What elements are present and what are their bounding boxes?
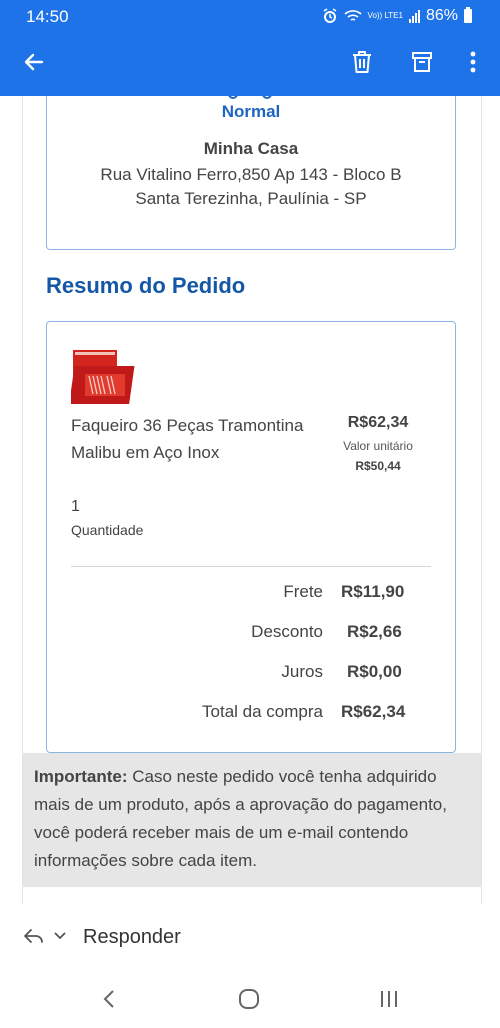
order-summary-card: Faqueiro 36 Peças Tramontina Malibu em A… bbox=[46, 321, 456, 753]
signal-icon bbox=[408, 9, 420, 23]
notice-bold-label: Importante: bbox=[34, 767, 128, 786]
nav-home-icon bbox=[239, 989, 259, 1009]
reply-button[interactable]: Responder bbox=[83, 926, 181, 949]
summary-label: Desconto bbox=[251, 622, 323, 641]
archive-button[interactable] bbox=[404, 44, 440, 80]
summary-row-total: Total da compra R$62,34 bbox=[47, 702, 455, 726]
product-name[interactable]: Faqueiro 36 Peças Tramontina Malibu em A… bbox=[71, 412, 311, 466]
back-button[interactable] bbox=[16, 44, 52, 80]
shipping-address-card: Normal Minha Casa Rua Vitalino Ferro,850… bbox=[46, 96, 456, 250]
product-price: R$62,34 bbox=[347, 414, 409, 431]
summary-value: R$2,66 bbox=[347, 622, 402, 641]
network-label: Vo)) LTE1 bbox=[367, 11, 403, 20]
order-summary-title: Resumo do Pedido bbox=[46, 273, 246, 298]
more-options-button[interactable] bbox=[455, 44, 491, 80]
delete-button[interactable] bbox=[344, 44, 380, 80]
summary-value: R$0,00 bbox=[347, 662, 402, 681]
alarm-icon bbox=[323, 8, 336, 23]
delivery-truck-icon bbox=[228, 96, 272, 99]
product-quantity: 1 bbox=[71, 498, 80, 515]
nav-recents-button[interactable] bbox=[374, 984, 404, 1014]
summary-row-discount: Desconto R$2,66 bbox=[47, 622, 455, 646]
email-body[interactable]: Normal Minha Casa Rua Vitalino Ferro,850… bbox=[22, 96, 482, 904]
important-notice: Importante: Caso neste pedido você tenha… bbox=[23, 753, 481, 887]
address-line-1: Rua Vitalino Ferro,850 Ap 143 - Bloco B bbox=[100, 165, 402, 184]
summary-value: R$62,34 bbox=[341, 702, 406, 721]
app-bar: 14:50 Vo)) LTE1 86% bbox=[0, 0, 500, 96]
chevron-down-icon[interactable] bbox=[53, 931, 67, 941]
summary-divider bbox=[71, 566, 431, 567]
battery-percent: 86% bbox=[425, 7, 458, 24]
status-bar: 14:50 Vo)) LTE1 86% bbox=[0, 0, 500, 32]
reply-icon[interactable] bbox=[22, 926, 46, 946]
summary-row-interest: Juros R$0,00 bbox=[47, 662, 455, 686]
arrow-left-icon bbox=[24, 53, 44, 71]
nav-back-button[interactable] bbox=[94, 984, 124, 1014]
wifi-icon bbox=[344, 10, 362, 21]
summary-row-freight: Frete R$11,90 bbox=[47, 582, 455, 606]
unit-price-label: Valor unitário bbox=[343, 439, 413, 453]
summary-value: R$11,90 bbox=[341, 582, 405, 601]
summary-label: Total da compra bbox=[202, 702, 323, 721]
nav-back-icon bbox=[103, 990, 114, 1008]
address-name: Minha Casa bbox=[203, 139, 299, 158]
summary-label: Juros bbox=[281, 662, 323, 681]
more-vert-icon bbox=[470, 51, 476, 73]
reply-bar: Responder bbox=[0, 904, 500, 968]
trash-icon bbox=[353, 51, 371, 73]
product-quantity-label: Quantidade bbox=[71, 522, 144, 538]
nav-recents-icon bbox=[381, 991, 397, 1007]
nav-home-button[interactable] bbox=[234, 984, 264, 1014]
product-image[interactable] bbox=[71, 348, 139, 406]
status-time: 14:50 bbox=[26, 7, 69, 26]
archive-icon bbox=[412, 52, 432, 72]
address-line-2: Santa Terezinha, Paulínia - SP bbox=[135, 189, 367, 208]
shipping-type: Normal bbox=[221, 102, 281, 121]
summary-label: Frete bbox=[283, 582, 323, 601]
battery-icon bbox=[464, 7, 472, 23]
unit-price-value: R$50,44 bbox=[355, 459, 401, 473]
system-nav-bar bbox=[0, 968, 500, 1028]
status-icons: Vo)) LTE1 86% bbox=[322, 7, 472, 25]
